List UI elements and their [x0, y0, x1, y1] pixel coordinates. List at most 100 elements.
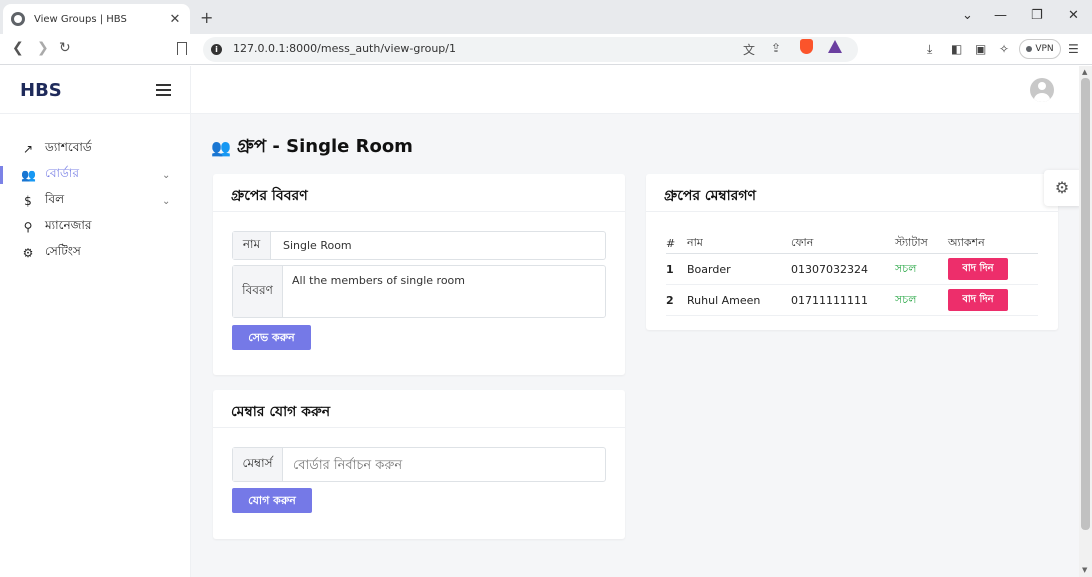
row-number-cell: 1	[666, 253, 687, 285]
brave-shield-icon[interactable]	[800, 39, 813, 54]
minimize-button[interactable]: —	[994, 8, 1007, 23]
close-window-button[interactable]: ✕	[1068, 8, 1079, 23]
page-title-text: গ্রুপ - Single Room	[236, 136, 413, 157]
brave-rewards-icon[interactable]	[828, 40, 842, 53]
brand-logo[interactable]: HBS	[20, 80, 62, 101]
url-text[interactable]: 127.0.0.1:8000/mess_auth/view-group/1	[233, 42, 456, 55]
remove-member-button[interactable]: বাদ দিন	[948, 258, 1008, 280]
sidebar-toggle-icon[interactable]: ◧	[951, 42, 962, 56]
sidebar-item-3[interactable]: ⚲ ম্যানেজার	[0, 214, 191, 240]
member-name-cell: Ruhul Ameen	[687, 284, 791, 316]
name-input[interactable]: Single Room	[271, 232, 352, 259]
menu-icon[interactable]: ☰	[1068, 42, 1079, 56]
member-name: Ruhul Ameen	[687, 293, 761, 307]
group-members-card: গ্রুপের মেম্বারগণ # নাম ফোন স্ট্যাটাস অ্…	[646, 174, 1058, 330]
sidebar-item-label: ড্যাশবোর্ড	[45, 140, 92, 154]
sidebar-item-1[interactable]: 👥 বোর্ডার ⌄	[0, 162, 191, 188]
tab-search-icon[interactable]: ⌄	[962, 8, 973, 23]
name-label: নাম	[233, 232, 271, 259]
new-tab-button[interactable]: +	[200, 8, 213, 27]
back-icon[interactable]: ❮	[12, 40, 24, 56]
globe-icon	[11, 12, 25, 26]
name-field[interactable]: নাম Single Room	[232, 231, 606, 260]
bookmark-icon[interactable]	[177, 42, 187, 55]
member-status: সচল	[895, 292, 917, 306]
member-phone: 01307032324	[791, 262, 868, 276]
member-name: Boarder	[687, 262, 731, 276]
site-info-icon[interactable]: i	[211, 44, 222, 55]
save-button[interactable]: সেভ করুন	[232, 325, 311, 350]
dollar-icon: $	[24, 194, 32, 208]
vpn-button[interactable]: VPN	[1019, 39, 1061, 59]
restore-button[interactable]: ❐	[1031, 8, 1043, 23]
scrollbar-thumb[interactable]	[1081, 78, 1090, 530]
sidebar-divider	[0, 113, 191, 114]
remove-member-button[interactable]: বাদ দিন	[948, 289, 1008, 311]
add-member-card: মেম্বার যোগ করুন মেম্বার্স বোর্ডার নির্ব…	[213, 390, 625, 539]
table-header-row: # নাম ফোন স্ট্যাটাস অ্যাকশন	[666, 234, 1038, 254]
member-phone-cell: 01307032324	[791, 253, 895, 285]
table-row: 1 Boarder 01307032324 সচল বাদ দিন	[666, 253, 1038, 285]
member-status-cell: সচল	[895, 253, 948, 285]
sidebar-item-label: বিল	[45, 192, 65, 206]
main-content: 👥 গ্রুপ - Single Room গ্রুপের বিবরণ নাম …	[191, 66, 1079, 577]
action-cell: বাদ দিন	[948, 253, 1038, 285]
reload-icon[interactable]: ↻	[59, 40, 71, 56]
download-icon[interactable]: ⤓	[927, 42, 932, 57]
sidebar-item-4[interactable]: ⚙ সেটিংস	[0, 240, 191, 266]
gear-icon: ⚙	[22, 246, 34, 260]
browser-tab[interactable]: View Groups | HBS ✕	[3, 4, 190, 34]
share-icon[interactable]: ⇪	[771, 41, 781, 55]
top-header	[191, 66, 1079, 114]
leo-icon[interactable]: ✧	[999, 42, 1009, 56]
members-table: # নাম ফোন স্ট্যাটাস অ্যাকশন 1 Boarder 0130…	[666, 234, 1038, 316]
translate-icon[interactable]: 文	[743, 41, 755, 58]
description-field[interactable]: বিবরণ All the members of single room	[232, 265, 606, 318]
sidebar-item-label: বোর্ডার	[45, 166, 79, 180]
description-textarea[interactable]: All the members of single room	[283, 266, 465, 317]
member-status: সচল	[895, 261, 917, 275]
member-select-field[interactable]: মেম্বার্স বোর্ডার নির্বাচন করুন	[232, 447, 606, 482]
group-members-title: গ্রুপের মেম্বারগণ	[646, 174, 1058, 212]
users-icon: 👥	[211, 138, 231, 157]
scroll-up-icon[interactable]: ▲	[1082, 68, 1087, 76]
row-number: 2	[666, 293, 674, 307]
sidebar-item-0[interactable]: ↗ ড্যাশবোর্ড	[0, 136, 191, 162]
col-phone: ফোন	[791, 234, 895, 254]
browser-tabbar: View Groups | HBS ✕ + ⌄ — ❐ ✕	[0, 0, 1092, 34]
address-bar[interactable]: i 127.0.0.1:8000/mess_auth/view-group/1 …	[203, 37, 858, 62]
settings-gear-icon[interactable]: ⚙	[1044, 170, 1080, 206]
scrollbar[interactable]: ▲ ▼	[1079, 66, 1092, 577]
scroll-down-icon[interactable]: ▼	[1082, 566, 1087, 574]
member-label: মেম্বার্স	[233, 448, 283, 481]
col-status: স্ট্যাটাস	[895, 234, 948, 254]
member-phone-cell: 01711111111	[791, 284, 895, 316]
user-check-icon: ⚲	[23, 220, 33, 234]
row-number: 1	[666, 262, 674, 276]
member-select[interactable]: বোর্ডার নির্বাচন করুন	[283, 448, 402, 481]
col-action: অ্যাকশন	[948, 234, 1038, 254]
col-number: #	[666, 234, 687, 254]
member-status-cell: সচল	[895, 284, 948, 316]
sidebar-nav: ↗ ড্যাশবোর্ড 👥 বোর্ডার ⌄ $ বিল ⌄ ⚲ ম্যানেজার ⚙ সেটি…	[0, 136, 191, 266]
hamburger-icon[interactable]	[156, 84, 171, 96]
add-member-button[interactable]: যোগ করুন	[232, 488, 312, 513]
sidebar-item-label: সেটিংস	[45, 244, 81, 258]
users-icon: 👥	[21, 168, 36, 182]
sidebar-item-label: ম্যানেজার	[45, 218, 92, 232]
trend-up-icon: ↗	[22, 142, 34, 156]
row-number-cell: 2	[666, 284, 687, 316]
browser-toolbar: ❮ ❯ ↻ i 127.0.0.1:8000/mess_auth/view-gr…	[0, 34, 1092, 65]
member-phone: 01711111111	[791, 293, 868, 307]
forward-icon[interactable]: ❯	[37, 40, 49, 56]
wallet-icon[interactable]: ▣	[975, 42, 986, 56]
sidebar-item-2[interactable]: $ বিল ⌄	[0, 188, 191, 214]
group-details-title: গ্রুপের বিবরণ	[213, 174, 625, 212]
member-name-cell: Boarder	[687, 253, 791, 285]
avatar[interactable]	[1030, 78, 1054, 102]
action-cell: বাদ দিন	[948, 284, 1038, 316]
col-name: নাম	[687, 234, 791, 254]
table-row: 2 Ruhul Ameen 01711111111 সচল বাদ দিন	[666, 284, 1038, 316]
sidebar: HBS ↗ ড্যাশবোর্ড 👥 বোর্ডার ⌄ $ বিল ⌄ ⚲ ম্যানেজার ⚙…	[0, 66, 191, 577]
tab-close-icon[interactable]: ✕	[168, 12, 182, 27]
